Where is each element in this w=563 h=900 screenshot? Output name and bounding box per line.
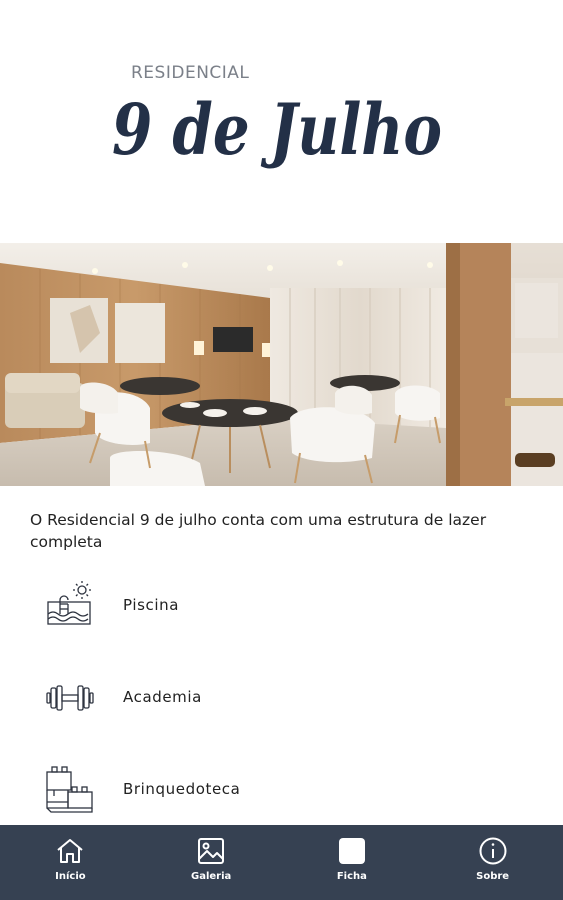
amenity-label: Academia [123, 688, 202, 706]
dining-room-illustration [0, 243, 563, 486]
info-icon [479, 837, 507, 865]
nav-label: Ficha [336, 871, 367, 882]
nav-label: Sobre [476, 871, 510, 882]
pool-icon [47, 581, 91, 625]
nav-item-sobre[interactable]: Sobre [422, 825, 563, 900]
logo-title: 9 de Julho [112, 88, 442, 171]
amenity-label: Piscina [123, 596, 180, 614]
app-screen: RESIDENCIAL 9 de Julho O Residencial 9 d… [0, 0, 563, 900]
amenity-item-piscina: Piscina [0, 580, 563, 640]
residential-logo: RESIDENCIAL 9 de Julho [0, 0, 563, 243]
nav-item-ficha[interactable]: Ficha [282, 825, 423, 900]
toy-blocks-icon [46, 766, 93, 813]
amenity-item-brinquedoteca: Brinquedoteca [0, 764, 563, 824]
nav-item-galeria[interactable]: Galeria [141, 825, 282, 900]
bottom-navigation: Início Galeria Ficha Sobre [0, 825, 563, 900]
amenity-label: Brinquedoteca [123, 780, 241, 798]
amenity-item-academia: Academia [0, 672, 563, 732]
dumbbell-icon [46, 685, 94, 711]
intro-text: O Residencial 9 de julho conta com uma e… [30, 511, 487, 551]
nav-label: Galeria [190, 871, 232, 882]
nav-item-inicio[interactable]: Início [0, 825, 141, 900]
card-icon [338, 838, 365, 864]
logo-subtitle: RESIDENCIAL [131, 63, 250, 83]
nav-label: Início [55, 871, 86, 882]
gallery-icon [198, 838, 225, 864]
logo-title-text: 9 de Julho [112, 88, 442, 171]
hero-photo [0, 243, 563, 486]
home-icon [57, 839, 84, 863]
